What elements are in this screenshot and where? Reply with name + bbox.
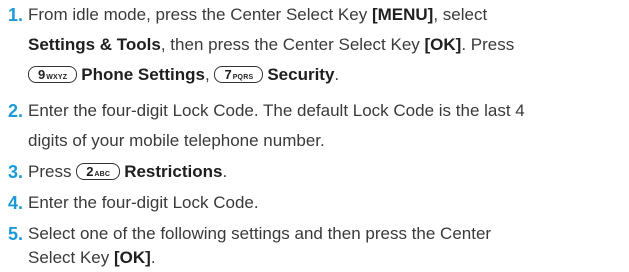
- ok-key-label: [OK]: [424, 35, 462, 54]
- settings-tools-label: Settings & Tools: [28, 35, 161, 54]
- text: From idle mode, press the Center Select …: [28, 5, 372, 24]
- step-line: Press 2ABC Restrictions.: [28, 160, 628, 190]
- keypad-7-icon: 7PQRS: [214, 65, 264, 83]
- step-number: 2.: [8, 101, 24, 121]
- step-line: 9WXYZ Phone Settings, 7PQRS Security.: [28, 63, 628, 93]
- step-text: Select one of the following settings and…: [28, 222, 628, 270]
- step-line: Select one of the following settings and…: [28, 224, 492, 243]
- text: , select: [433, 5, 488, 24]
- step-number: 5.: [8, 224, 24, 244]
- step-line: Select Key [OK].: [28, 246, 628, 270]
- ok-key-label: [OK]: [114, 248, 151, 267]
- text: , then press the Center Select Key: [160, 35, 425, 54]
- text: .: [150, 248, 156, 267]
- text: ,: [205, 65, 215, 84]
- text: Select Key: [28, 248, 114, 267]
- step-line: From idle mode, press the Center Select …: [28, 3, 628, 33]
- step-text: Press 2ABC Restrictions.: [28, 160, 628, 190]
- text: .: [222, 162, 228, 181]
- instruction-list: 1. From idle mode, press the Center Sele…: [0, 0, 629, 272]
- restrictions-label: Restrictions: [124, 162, 223, 181]
- step-number: 1.: [8, 5, 24, 25]
- step-text: Enter the four-digit Lock Code.: [28, 191, 628, 221]
- step-number: 3.: [8, 162, 24, 182]
- keypad-2-icon: 2ABC: [76, 162, 121, 180]
- text: .: [334, 65, 340, 84]
- text: . Press: [461, 35, 515, 54]
- step-line: Enter the four-digit Lock Code. The defa…: [28, 101, 525, 120]
- step-number: 4.: [8, 193, 24, 213]
- security-label: Security: [267, 65, 335, 84]
- text: Press: [28, 162, 77, 181]
- step-line: Enter the four-digit Lock Code.: [28, 193, 259, 212]
- step-text: From idle mode, press the Center Select …: [28, 3, 628, 93]
- keypad-9-icon: 9WXYZ: [28, 65, 78, 83]
- step-line: digits of your mobile telephone number.: [28, 131, 325, 150]
- step-text: Enter the four-digit Lock Code. The defa…: [28, 99, 628, 159]
- menu-key-label: [MENU]: [371, 5, 434, 24]
- phone-settings-label: Phone Settings: [81, 65, 205, 84]
- step-line: Settings & Tools, then press the Center …: [28, 33, 628, 63]
